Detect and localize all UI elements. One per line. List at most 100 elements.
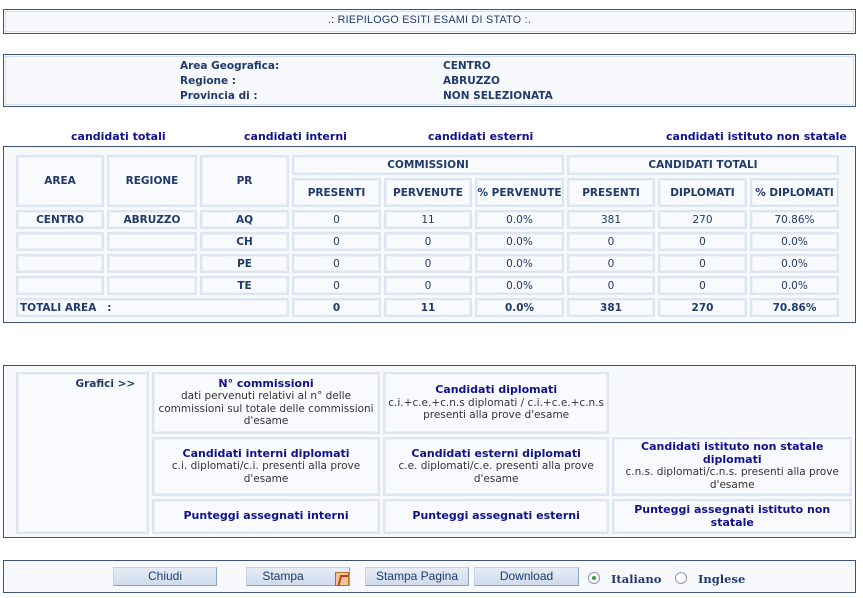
header-pervenute: PERVENUTE (384, 178, 472, 207)
chart-desc: dati pervenuti relativi al n° delle comm… (158, 390, 374, 428)
chart-link-punteggi-esterni[interactable]: Punteggi assegnati esterni (382, 499, 610, 534)
chart-title[interactable]: Punteggi assegnati istituto non statale (616, 503, 848, 529)
table-row: PE 0 0 0.0% 0 0 0.0% (16, 254, 839, 273)
chart-title[interactable]: N° commissioni (156, 377, 376, 391)
chart-title[interactable]: Candidati interni diplomati (156, 447, 376, 461)
info-panel: Area Geografica: CENTRO Regione : ABRUZZ… (3, 54, 856, 107)
header-pct-diplomati: % DIPLOMATI (750, 178, 839, 207)
toolbar: Chiudi Stampa Stampa Pagina Download Ita… (3, 560, 856, 593)
header-pr: PR (200, 155, 289, 207)
chart-title[interactable]: Punteggi assegnati esterni (387, 510, 606, 523)
cell-presenti: 0 (292, 254, 381, 273)
stampa-pagina-button[interactable]: Stampa Pagina (365, 567, 469, 586)
cell-cand-presenti: 381 (567, 210, 655, 229)
cell-area: CENTRO (16, 210, 104, 229)
chart-title[interactable]: Punteggi assegnati interni (156, 510, 376, 523)
chart-title[interactable]: Candidati esterni diplomati (387, 447, 606, 461)
area-geografica-label: Area Geografica: (180, 60, 280, 72)
cell-pct-pervenute: 0.0% (475, 232, 564, 251)
chart-link-punteggi-non-statale[interactable]: Punteggi assegnati istituto non statale (612, 499, 852, 534)
cell-pct-pervenute: 0.0% (475, 276, 564, 295)
totals-label: TOTALI AREA : (16, 298, 289, 317)
cell-cand-presenti: 0 (567, 254, 655, 273)
link-candidati-esterni[interactable]: candidati esterni (428, 130, 533, 143)
header-commissioni: COMMISSIONI (292, 155, 564, 175)
cell-regione (107, 276, 197, 295)
chart-link-non-statale-diplomati[interactable]: Candidati istituto non statale diplomati… (612, 436, 852, 497)
header-cand-presenti: PRESENTI (567, 178, 655, 207)
charts-table: Grafici >> N° commissioni dati pervenuti… (13, 369, 855, 537)
cell-pr: PE (200, 254, 289, 273)
cell-pct-diplomati: 0.0% (750, 232, 839, 251)
pdf-icon (335, 572, 349, 586)
cell-pr: TE (200, 276, 289, 295)
chart-title[interactable]: Candidati diplomati (387, 384, 606, 397)
radio-inglese-label[interactable]: Inglese (698, 572, 745, 586)
cell-cand-presenti: 0 (567, 232, 655, 251)
header-row-1: AREA REGIONE PR COMMISSIONI CANDIDATI TO… (16, 155, 839, 207)
radio-italiano[interactable] (588, 572, 600, 584)
total-pct-diplomati: 70.86% (750, 298, 839, 317)
radio-inglese[interactable] (675, 572, 687, 584)
table-row: CENTRO ABRUZZO AQ 0 11 0.0% 381 270 70.8… (16, 210, 839, 229)
cell-pr: CH (200, 232, 289, 251)
stampa-button[interactable]: Stampa (246, 567, 350, 586)
header-pct-pervenute: % PERVENUTE (475, 178, 564, 207)
chart-desc: c.i. diplomati/c.i. presenti alla prove … (171, 460, 361, 485)
header-regione: REGIONE (107, 155, 197, 207)
stampa-label: Stampa (262, 569, 304, 583)
results-table: AREA REGIONE PR COMMISSIONI CANDIDATI TO… (13, 152, 842, 320)
chiudi-button[interactable]: Chiudi (113, 567, 217, 586)
table-row: CH 0 0 0.0% 0 0 0.0% (16, 232, 839, 251)
radio-italiano-label[interactable]: Italiano (611, 572, 661, 586)
header-diplomati: DIPLOMATI (658, 178, 747, 207)
chart-desc: c.n.s. diplomati/c.n.s. presenti alla pr… (625, 466, 839, 491)
cell-regione (107, 254, 197, 273)
chart-link-esterni-diplomati[interactable]: Candidati esterni diplomati c.e. diploma… (382, 436, 610, 497)
total-cand-presenti: 381 (567, 298, 655, 317)
cell-presenti: 0 (292, 210, 381, 229)
cell-pct-pervenute: 0.0% (475, 254, 564, 273)
cell-cand-presenti: 0 (567, 276, 655, 295)
table-row: TE 0 0 0.0% 0 0 0.0% (16, 276, 839, 295)
header-area: AREA (16, 155, 104, 207)
chart-title[interactable]: Candidati istituto non statale diplomati (616, 441, 848, 466)
total-presenti: 0 (292, 298, 381, 317)
empty-cell (612, 372, 852, 434)
total-pervenute: 11 (384, 298, 472, 317)
regione-label: Regione : (180, 75, 236, 87)
chart-desc: c.i.+c.e.+c.n.s diplomati / c.i.+c.e.+c.… (388, 396, 605, 422)
cell-area (16, 276, 104, 295)
totals-row: TOTALI AREA : 0 11 0.0% 381 270 70.86% (16, 298, 839, 317)
cell-pct-diplomati: 0.0% (750, 276, 839, 295)
chart-link-punteggi-interni[interactable]: Punteggi assegnati interni (152, 499, 380, 534)
link-candidati-totali[interactable]: candidati totali (71, 130, 166, 143)
cell-regione: ABRUZZO (107, 210, 197, 229)
cell-diplomati: 0 (658, 232, 747, 251)
area-geografica-value: CENTRO (443, 60, 491, 72)
regione-value: ABRUZZO (443, 75, 500, 87)
page-title: .: RIEPILOGO ESITI ESAMI DI STATO :. (327, 14, 532, 26)
cell-diplomati: 270 (658, 210, 747, 229)
cell-pr: AQ (200, 210, 289, 229)
cell-area (16, 254, 104, 273)
cell-pervenute: 0 (384, 232, 472, 251)
cell-pervenute: 0 (384, 254, 472, 273)
chart-link-interni-diplomati[interactable]: Candidati interni diplomati c.i. diploma… (152, 436, 380, 497)
link-candidati-istituto-non-statale[interactable]: candidati istituto non statale (666, 130, 847, 143)
link-candidati-interni[interactable]: candidati interni (244, 130, 347, 143)
chart-link-candidati-diplomati[interactable]: Candidati diplomati c.i.+c.e.+c.n.s dipl… (382, 372, 610, 434)
cell-diplomati: 0 (658, 254, 747, 273)
provincia-label: Provincia di : (180, 90, 258, 102)
total-diplomati: 270 (658, 298, 747, 317)
grafici-label: Grafici >> (16, 372, 150, 534)
cell-area (16, 232, 104, 251)
cell-pervenute: 11 (384, 210, 472, 229)
header-candidati-totali: CANDIDATI TOTALI (567, 155, 839, 175)
total-pct-pervenute: 0.0% (475, 298, 564, 317)
title-panel: .: RIEPILOGO ESITI ESAMI DI STATO :. (3, 9, 856, 34)
chart-link-commissioni[interactable]: N° commissioni dati pervenuti relativi a… (152, 372, 380, 434)
download-button[interactable]: Download (474, 567, 579, 586)
results-table-panel: AREA REGIONE PR COMMISSIONI CANDIDATI TO… (3, 146, 856, 323)
provincia-value: NON SELEZIONATA (443, 90, 553, 102)
